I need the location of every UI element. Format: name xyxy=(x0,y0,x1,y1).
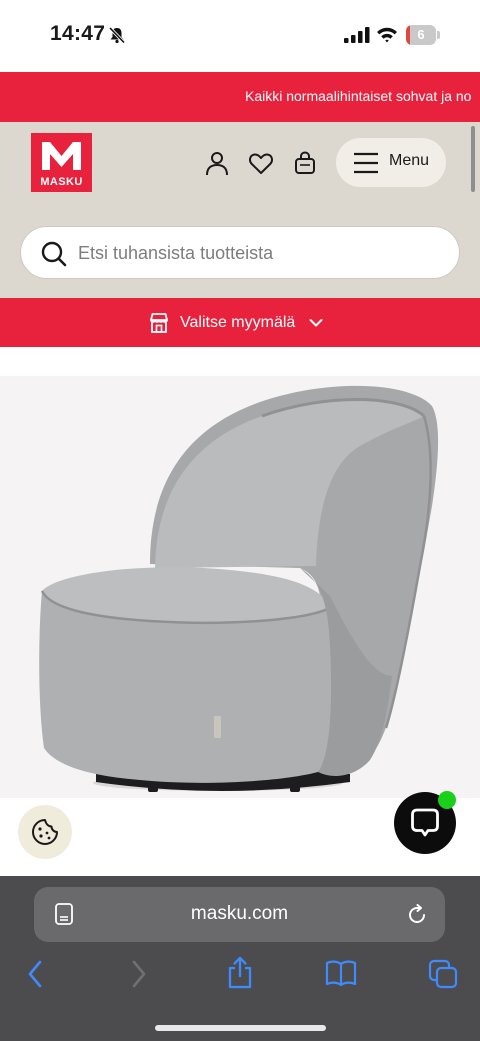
home-indicator[interactable] xyxy=(155,1025,326,1031)
battery-indicator: 6 xyxy=(406,25,440,45)
bookmarks-icon[interactable] xyxy=(325,959,357,987)
chevron-down-icon xyxy=(309,319,323,327)
status-bar: 14:47 6 xyxy=(0,0,480,72)
masku-logo[interactable]: MASKU xyxy=(31,133,92,192)
logo-text: MASKU xyxy=(40,176,83,188)
search-icon xyxy=(41,241,67,267)
url-text: masku.com xyxy=(190,903,289,924)
forward-icon[interactable] xyxy=(130,959,148,989)
wifi-icon xyxy=(377,27,397,43)
chat-icon xyxy=(411,808,439,837)
cookie-icon xyxy=(32,819,58,845)
status-time: 14:47 xyxy=(50,22,106,45)
promo-banner[interactable]: Kaikki normaalihintaiset sohvat ja no xyxy=(0,72,480,122)
store-picker-label: Valitse myymälä xyxy=(180,314,296,331)
bell-muted-icon xyxy=(108,26,126,44)
user-icon[interactable] xyxy=(204,150,230,176)
reload-icon[interactable] xyxy=(406,904,428,926)
menu-label: Menu xyxy=(389,152,430,169)
chat-online-indicator xyxy=(438,791,456,809)
search-input[interactable]: Etsi tuhansista tuotteista xyxy=(20,226,460,279)
share-icon[interactable] xyxy=(226,956,254,990)
shopping-bag-icon[interactable] xyxy=(292,150,318,176)
product-image[interactable] xyxy=(0,376,480,798)
promo-text: Kaikki normaalihintaiset sohvat ja no xyxy=(245,88,472,104)
heart-icon[interactable] xyxy=(248,150,274,176)
cellular-signal-icon xyxy=(344,27,370,43)
armchair-illustration xyxy=(39,385,439,792)
site-header: MASKU Menu Etsi tuhansista tuotteista xyxy=(0,122,480,298)
logo-mark-icon xyxy=(42,142,81,170)
address-bar[interactable]: masku.com xyxy=(34,887,445,942)
search-placeholder: Etsi tuhansista tuotteista xyxy=(78,243,274,263)
page-scrollbar[interactable] xyxy=(471,126,475,192)
tabs-icon[interactable] xyxy=(428,959,458,989)
battery-level-text: 6 xyxy=(417,27,425,42)
back-icon[interactable] xyxy=(26,959,44,989)
store-picker[interactable]: Valitse myymälä xyxy=(0,298,480,347)
menu-button[interactable]: Menu xyxy=(336,138,446,187)
browser-toolbar: masku.com xyxy=(0,876,480,1041)
store-icon xyxy=(150,313,168,333)
hamburger-icon xyxy=(354,152,378,174)
cookie-settings-button[interactable] xyxy=(18,805,72,859)
